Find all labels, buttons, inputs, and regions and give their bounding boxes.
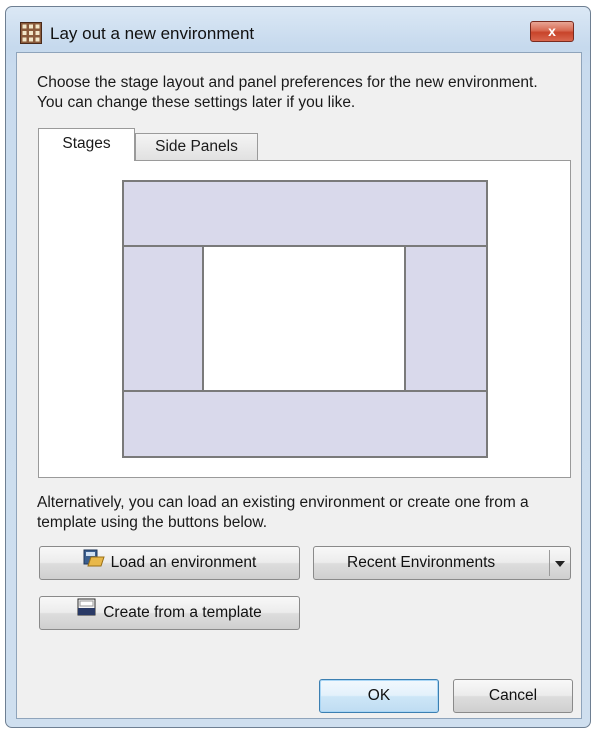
cancel-button[interactable]: Cancel	[453, 679, 573, 713]
split-divider	[549, 550, 550, 576]
close-button[interactable]: x	[530, 21, 574, 42]
dropdown-arrow-icon[interactable]	[555, 561, 565, 567]
grid-app-icon	[20, 22, 42, 44]
dialog-window: Lay out a new environment x Choose the s…	[5, 6, 591, 728]
stage-region-left[interactable]	[122, 245, 204, 392]
tab-stages[interactable]: Stages	[38, 128, 135, 161]
dialog-body: Choose the stage layout and panel prefer…	[16, 52, 582, 719]
stage-region-center[interactable]	[202, 245, 406, 392]
alternative-text: Alternatively, you can load an existing …	[37, 494, 529, 531]
stage-region-top[interactable]	[122, 180, 488, 247]
window-title: Lay out a new environment	[50, 24, 255, 43]
template-icon	[77, 597, 97, 629]
create-from-template-button[interactable]: Create from a template	[39, 596, 300, 630]
load-environment-label: Load an environment	[110, 554, 257, 572]
create-from-template-label: Create from a template	[103, 604, 262, 622]
stages-tab-panel	[38, 160, 571, 478]
title-bar[interactable]: Lay out a new environment x	[6, 7, 590, 53]
recent-environments-button[interactable]: Recent Environments	[313, 546, 571, 580]
stage-region-right[interactable]	[404, 245, 488, 392]
ok-button[interactable]: OK	[319, 679, 439, 713]
stage-layout-preview	[122, 180, 488, 458]
recent-environments-label: Recent Environments	[347, 554, 496, 571]
folder-open-icon	[83, 547, 105, 579]
intro-text: Choose the stage layout and panel prefer…	[37, 74, 538, 111]
load-environment-button[interactable]: Load an environment	[39, 546, 300, 580]
stage-region-bottom[interactable]	[122, 390, 488, 458]
close-icon: x	[548, 23, 556, 39]
tab-side-panels[interactable]: Side Panels	[135, 133, 258, 160]
